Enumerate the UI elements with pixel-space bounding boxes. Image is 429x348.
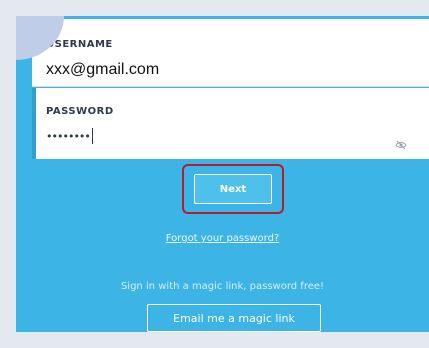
eye-slash-icon[interactable]	[395, 140, 407, 150]
forgot-password-link[interactable]: Forgot your password?	[16, 233, 429, 244]
password-label: PASSWORD	[46, 106, 114, 117]
magic-link-prompt: Sign in with a magic link, password free…	[120, 281, 325, 292]
username-label: USERNAME	[46, 39, 113, 50]
password-value-wrap[interactable]: ••••••••	[46, 128, 93, 144]
username-value[interactable]: xxx@gmail.com	[46, 61, 159, 79]
next-button-highlight: Next	[182, 164, 284, 214]
email-magic-link-button[interactable]: Email me a magic link	[147, 304, 321, 332]
password-field[interactable]: PASSWORD ••••••••	[32, 88, 429, 159]
text-caret	[91, 128, 93, 144]
login-panel: USERNAME xxx@gmail.com PASSWORD ••••••••…	[16, 16, 429, 332]
username-field[interactable]: USERNAME xxx@gmail.com	[32, 19, 429, 87]
password-value: ••••••••	[46, 129, 91, 143]
next-button[interactable]: Next	[194, 174, 272, 204]
